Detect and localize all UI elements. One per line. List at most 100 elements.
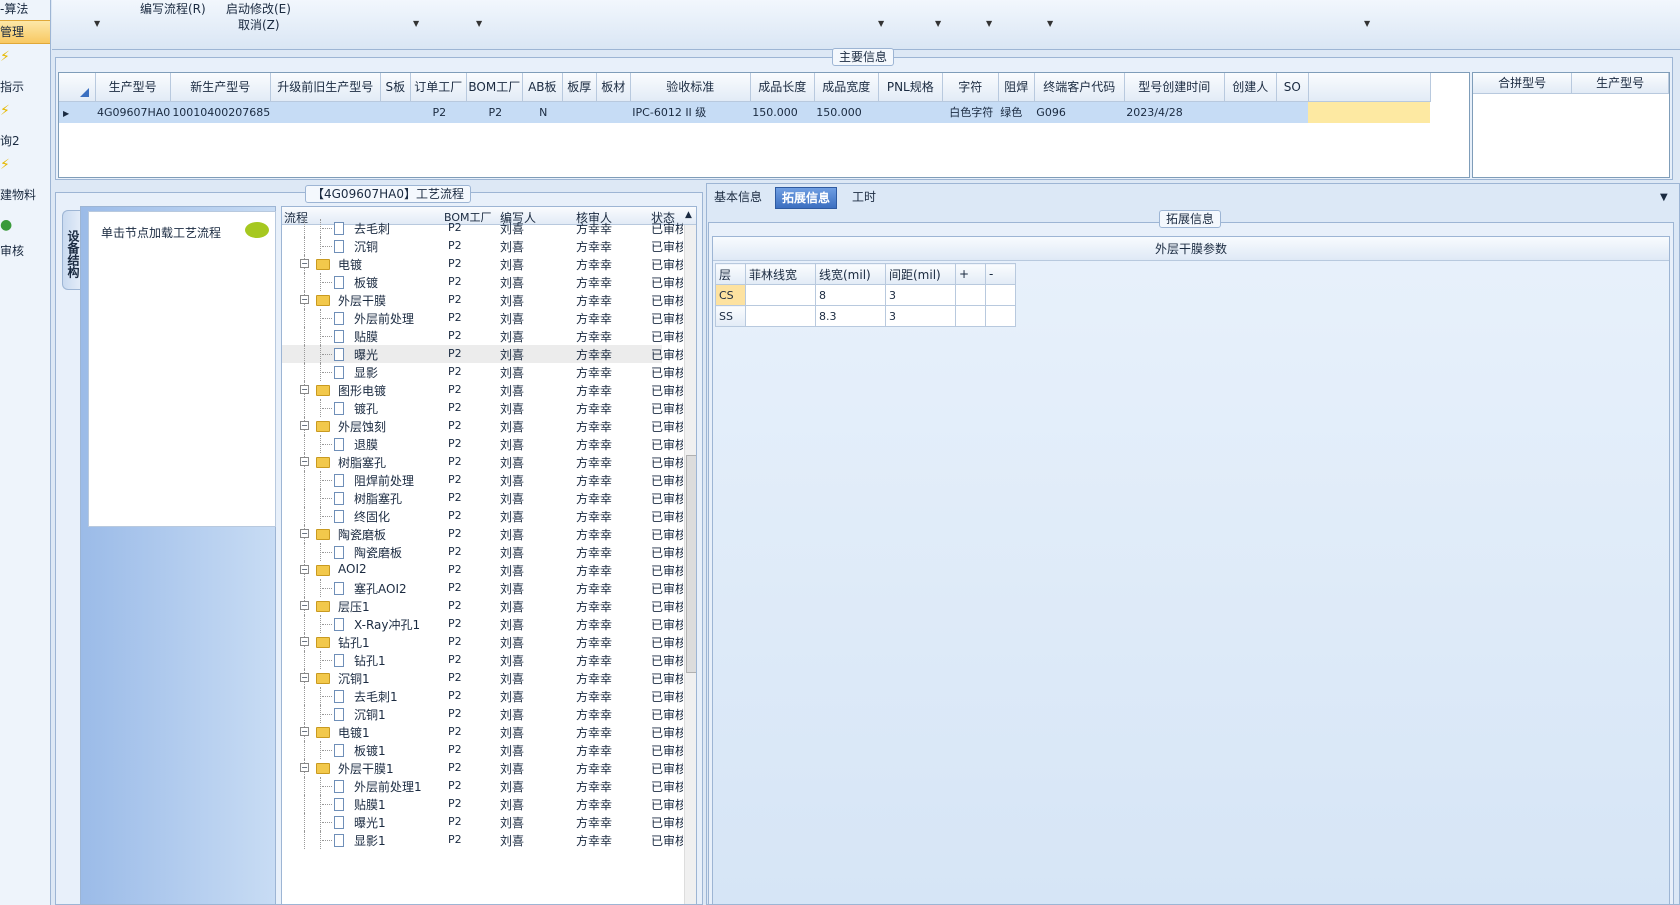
tab[interactable]: 基本信息 xyxy=(708,187,768,209)
collapse-icon[interactable]: − xyxy=(300,637,309,646)
cancel-button[interactable]: 取消(Z) xyxy=(238,16,280,33)
cell[interactable]: G096 xyxy=(1034,101,1125,123)
param-cell[interactable]: 8 xyxy=(815,284,886,306)
tree-row[interactable]: 显影1 P2 刘喜 方幸幸 已审核 xyxy=(282,831,683,849)
tree-row[interactable]: 曝光 P2 刘喜 方幸幸 已审核 xyxy=(282,345,683,363)
cell[interactable]: N xyxy=(522,101,563,123)
cell[interactable] xyxy=(380,101,411,123)
col-header[interactable]: BOM工厂 xyxy=(466,73,523,102)
col-header[interactable]: 订单工厂 xyxy=(410,73,467,102)
col-header[interactable]: SO xyxy=(1276,73,1309,102)
collapse-icon[interactable]: − xyxy=(300,259,309,268)
cell[interactable]: P2 xyxy=(466,101,523,123)
tree-row[interactable]: 板镀 P2 刘喜 方幸幸 已审核 xyxy=(282,273,683,291)
cell[interactable]: 10010400207685 xyxy=(170,101,271,123)
tree-row[interactable]: − 电镀1 P2 刘喜 方幸幸 已审核 xyxy=(282,723,683,741)
tree-row[interactable]: 贴膜1 P2 刘喜 方幸幸 已审核 xyxy=(282,795,683,813)
nav-item-query2[interactable]: ⚡ 询2 xyxy=(0,102,50,152)
tree-row[interactable]: 塞孔AOI2 P2 刘喜 方幸幸 已审核 xyxy=(282,579,683,597)
nav-item-management[interactable]: 管理 xyxy=(0,20,50,44)
tree-row[interactable]: X-Ray冲孔1 P2 刘喜 方幸幸 已审核 xyxy=(282,615,683,633)
collapse-icon[interactable]: − xyxy=(300,421,309,430)
tree-row[interactable]: 外层前处理1 P2 刘喜 方幸幸 已审核 xyxy=(282,777,683,795)
collapse-icon[interactable]: − xyxy=(300,529,309,538)
cell[interactable] xyxy=(878,101,943,123)
write-flow-button[interactable]: 编写流程(R) xyxy=(140,0,206,17)
tab[interactable]: 工时 xyxy=(846,187,882,209)
tree-row[interactable]: − 图形电镀 P2 刘喜 方幸幸 已审核 xyxy=(282,381,683,399)
col-header[interactable]: 成品宽度 xyxy=(814,73,879,102)
cell[interactable]: IPC-6012 II 级 xyxy=(630,101,751,123)
tree-row[interactable]: 外层前处理 P2 刘喜 方幸幸 已审核 xyxy=(282,309,683,327)
col-header[interactable]: 板厚 xyxy=(562,73,597,102)
tree-row[interactable]: 去毛刺1 P2 刘喜 方幸幸 已审核 xyxy=(282,687,683,705)
col-header[interactable]: 创建人 xyxy=(1224,73,1277,102)
tree-row[interactable]: 镀孔 P2 刘喜 方幸幸 已审核 xyxy=(282,399,683,417)
col-header[interactable]: 新生产型号 xyxy=(170,73,271,102)
collapse-icon[interactable]: − xyxy=(300,385,309,394)
param-cell[interactable] xyxy=(745,284,816,306)
tree-row[interactable]: 阻焊前处理 P2 刘喜 方幸幸 已审核 xyxy=(282,471,683,489)
tree-row[interactable]: 沉铜1 P2 刘喜 方幸幸 已审核 xyxy=(282,705,683,723)
tree-row[interactable]: − 树脂塞孔 P2 刘喜 方幸幸 已审核 xyxy=(282,453,683,471)
param-cell[interactable]: 3 xyxy=(885,284,956,306)
tree-row[interactable]: − 外层蚀刻 P2 刘喜 方幸幸 已审核 xyxy=(282,417,683,435)
start-modify-button[interactable]: 启动修改(E) xyxy=(226,0,291,17)
tree-row[interactable]: 终固化 P2 刘喜 方幸幸 已审核 xyxy=(282,507,683,525)
cell[interactable]: 4G09607HA0 xyxy=(95,101,171,123)
col-header[interactable]: PNL规格 xyxy=(878,73,943,102)
col-header[interactable]: 字符 xyxy=(942,73,999,102)
param-cell[interactable] xyxy=(985,305,1016,327)
param-header[interactable]: - xyxy=(985,263,1016,285)
tree-row[interactable]: − AOI2 P2 刘喜 方幸幸 已审核 xyxy=(282,561,683,579)
dropdown-arrow-icon[interactable]: ▼ xyxy=(878,19,884,28)
collapse-icon[interactable]: − xyxy=(300,601,309,610)
col-header[interactable]: AB板 xyxy=(522,73,563,102)
tree-row[interactable]: − 陶瓷磨板 P2 刘喜 方幸幸 已审核 xyxy=(282,525,683,543)
layer-cell[interactable]: CS xyxy=(715,284,746,306)
param-header[interactable]: + xyxy=(955,263,986,285)
nav-item-review[interactable]: ● 审核 xyxy=(0,212,50,262)
tree-row[interactable]: 陶瓷磨板 P2 刘喜 方幸幸 已审核 xyxy=(282,543,683,561)
col-header[interactable]: 板材 xyxy=(596,73,631,102)
nav-item-instruction[interactable]: ⚡ 指示 xyxy=(0,48,50,98)
col-header-production-model[interactable]: 生产型号 xyxy=(1571,73,1669,94)
dropdown-arrow-icon[interactable]: ▼ xyxy=(94,19,100,28)
tree-row[interactable]: 板镀1 P2 刘喜 方幸幸 已审核 xyxy=(282,741,683,759)
col-header[interactable]: 成品长度 xyxy=(750,73,815,102)
param-cell[interactable] xyxy=(955,305,986,327)
col-header[interactable]: 验收标准 xyxy=(630,73,751,102)
tab[interactable]: 拓展信息 xyxy=(775,187,838,209)
collapse-icon[interactable]: − xyxy=(300,763,309,772)
tree-row[interactable]: 曝光1 P2 刘喜 方幸幸 已审核 xyxy=(282,813,683,831)
scroll-up-icon[interactable]: ▲ xyxy=(685,210,692,220)
dropdown-arrow-icon[interactable]: ▼ xyxy=(986,19,992,28)
col-header[interactable]: 生产型号 xyxy=(95,73,171,102)
collapse-icon[interactable]: − xyxy=(300,727,309,736)
tree-row[interactable]: 钻孔1 P2 刘喜 方幸幸 已审核 xyxy=(282,651,683,669)
col-header[interactable]: 终端客户代码 xyxy=(1034,73,1125,102)
tree-row[interactable]: 去毛刺 P2 刘喜 方幸幸 已审核 xyxy=(282,219,683,237)
nav-item-algorithm[interactable]: -算法 xyxy=(0,0,50,20)
tab-menu-chevron-icon[interactable]: ▼ xyxy=(1660,192,1668,203)
cell[interactable]: 绿色 xyxy=(998,101,1035,123)
tree-row[interactable]: 沉铜 P2 刘喜 方幸幸 已审核 xyxy=(282,237,683,255)
collapse-icon[interactable]: − xyxy=(300,457,309,466)
cell[interactable]: 150.000 xyxy=(814,101,879,123)
col-header[interactable]: 升级前旧生产型号 xyxy=(270,73,381,102)
tree-row[interactable]: − 外层干膜1 P2 刘喜 方幸幸 已审核 xyxy=(282,759,683,777)
param-cell[interactable] xyxy=(955,284,986,306)
cell[interactable]: 2023/4/28 xyxy=(1124,101,1225,123)
dropdown-arrow-icon[interactable]: ▼ xyxy=(413,19,419,28)
param-cell[interactable] xyxy=(745,305,816,327)
dropdown-arrow-icon[interactable]: ▼ xyxy=(935,19,941,28)
param-cell[interactable] xyxy=(985,284,1016,306)
cell[interactable] xyxy=(270,101,381,123)
param-cell[interactable]: 3 xyxy=(885,305,956,327)
collapse-icon[interactable]: − xyxy=(300,565,309,574)
param-cell[interactable]: 8.3 xyxy=(815,305,886,327)
cell[interactable] xyxy=(1224,101,1277,123)
cell[interactable]: 150.000 xyxy=(750,101,815,123)
tree-scrollbar[interactable] xyxy=(684,225,696,904)
tree-row[interactable]: − 沉铜1 P2 刘喜 方幸幸 已审核 xyxy=(282,669,683,687)
